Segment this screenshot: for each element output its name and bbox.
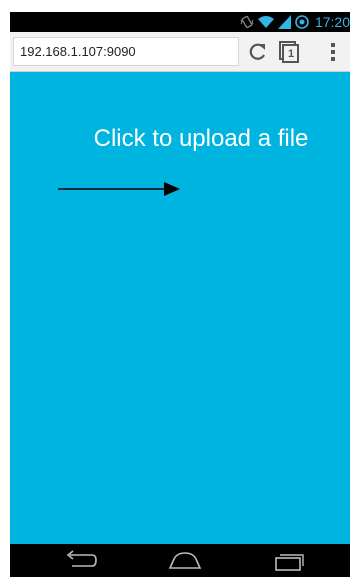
overflow-menu-icon[interactable] — [326, 40, 340, 64]
url-field[interactable]: 192.168.1.107:9090 — [13, 37, 239, 66]
tabs-button[interactable]: 1 — [277, 40, 301, 64]
recent-apps-icon[interactable] — [272, 550, 306, 572]
browser-toolbar: 192.168.1.107:9090 1 — [10, 32, 350, 72]
status-bar: 17:20 — [10, 12, 350, 32]
screen: 17:20 192.168.1.107:9090 1 Click to uplo… — [0, 0, 350, 577]
wifi-icon — [257, 16, 274, 28]
url-text: 192.168.1.107:9090 — [20, 44, 136, 59]
tab-count: 1 — [288, 48, 295, 60]
navigation-bar — [10, 544, 350, 577]
upload-area[interactable]: Click to upload a file — [10, 72, 350, 544]
home-icon[interactable] — [168, 550, 202, 572]
vibrate-icon — [240, 15, 254, 29]
phone-frame: 17:20 192.168.1.107:9090 1 Click to uplo… — [10, 12, 350, 577]
battery-icon — [295, 15, 309, 29]
back-icon[interactable] — [64, 550, 98, 572]
signal-icon — [277, 15, 291, 29]
reload-icon[interactable] — [247, 41, 269, 63]
status-time: 17:20 — [314, 14, 350, 30]
status-icons: 17:20 — [240, 13, 350, 31]
upload-label[interactable]: Click to upload a file — [31, 125, 350, 153]
right-arrow-icon — [58, 182, 180, 196]
